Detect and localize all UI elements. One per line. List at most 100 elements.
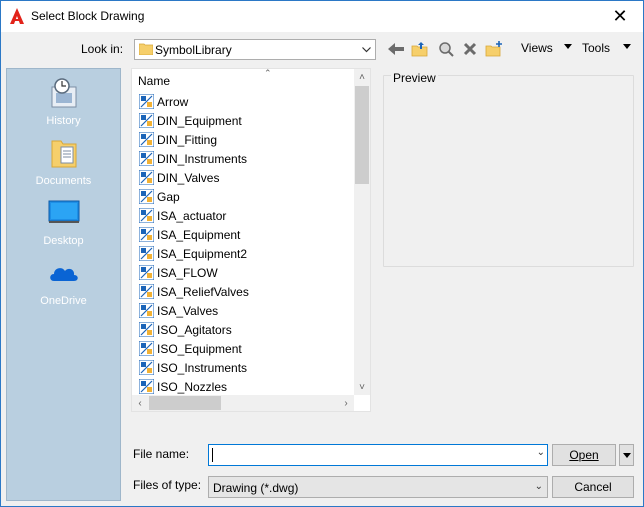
- place-label: OneDrive: [40, 295, 87, 307]
- list-item[interactable]: ISO_Nozzles: [132, 377, 356, 396]
- scroll-left-icon[interactable]: ‹: [132, 395, 148, 411]
- delete-button[interactable]: [459, 39, 481, 59]
- tools-dropdown-arrow-icon[interactable]: [623, 44, 631, 49]
- list-item[interactable]: ISA_actuator: [132, 206, 356, 225]
- chevron-down-icon[interactable]: [358, 40, 375, 59]
- file-name-label: File name:: [133, 447, 190, 461]
- close-icon: ✕: [612, 6, 628, 26]
- scroll-down-icon[interactable]: ˅: [354, 379, 370, 395]
- search-web-button[interactable]: [435, 39, 457, 59]
- views-menu-button[interactable]: Views: [521, 41, 553, 55]
- list-item[interactable]: DIN_Fitting: [132, 130, 356, 149]
- dwg-file-icon: [139, 379, 154, 394]
- folder-up-icon: [411, 42, 428, 57]
- new-folder-icon: [485, 41, 502, 57]
- dwg-file-icon: [139, 341, 154, 356]
- place-history[interactable]: History: [7, 77, 120, 127]
- file-rows: Arrow DIN_Equipment DIN_Fitting DIN_Instrum…: [132, 92, 356, 396]
- file-name: ISA_Equipment2: [157, 247, 248, 261]
- list-item[interactable]: ISO_Equipment: [132, 339, 356, 358]
- dwg-file-icon: [139, 94, 154, 109]
- files-of-type-label: Files of type:: [133, 478, 202, 492]
- vertical-scrollbar[interactable]: ˄ ˅: [354, 69, 370, 395]
- file-name: ISA_Valves: [157, 304, 219, 318]
- dwg-file-icon: [139, 151, 154, 166]
- open-options-dropdown[interactable]: [619, 444, 634, 466]
- place-label: Documents: [35, 175, 92, 187]
- places-bar: History Documents Desktop OneDrive: [6, 68, 121, 501]
- file-name: Gap: [157, 190, 180, 204]
- list-item[interactable]: DIN_Equipment: [132, 111, 356, 130]
- list-item[interactable]: ISO_Agitators: [132, 320, 356, 339]
- horizontal-scroll-thumb[interactable]: [149, 396, 221, 410]
- look-in-value: SymbolLibrary: [155, 43, 232, 57]
- list-item[interactable]: DIN_Instruments: [132, 149, 356, 168]
- scroll-up-icon[interactable]: ˄: [354, 69, 370, 85]
- dwg-file-icon: [139, 132, 154, 147]
- file-name: ISA_ReliefValves: [157, 285, 249, 299]
- file-name: ISO_Equipment: [157, 342, 242, 356]
- dwg-file-icon: [139, 170, 154, 185]
- search-icon: [439, 42, 454, 57]
- open-button[interactable]: Open: [552, 444, 616, 466]
- cancel-button-label: Cancel: [574, 480, 612, 494]
- list-item[interactable]: DIN_Valves: [132, 168, 356, 187]
- create-new-folder-button[interactable]: [483, 39, 505, 59]
- files-of-type-dropdown[interactable]: Drawing (*.dwg) ⌄: [208, 476, 548, 498]
- text-caret: [212, 448, 213, 462]
- vertical-scroll-thumb[interactable]: [355, 86, 369, 184]
- list-item[interactable]: Gap: [132, 187, 356, 206]
- chevron-down-icon[interactable]: ⌄: [535, 481, 543, 492]
- onedrive-icon: [49, 268, 78, 281]
- horizontal-scrollbar[interactable]: ‹ ›: [132, 395, 354, 411]
- chevron-down-icon[interactable]: ⌄: [537, 447, 545, 458]
- cancel-button[interactable]: Cancel: [552, 476, 634, 498]
- place-label: History: [46, 115, 81, 127]
- preview-box: [383, 75, 634, 267]
- place-onedrive[interactable]: OneDrive: [7, 257, 120, 307]
- open-button-label: Open: [569, 448, 599, 462]
- column-name-label: Name: [138, 74, 171, 88]
- file-name: ISO_Nozzles: [157, 380, 228, 394]
- dwg-file-icon: [139, 265, 154, 280]
- look-in-label: Look in:: [81, 42, 124, 56]
- look-in-dropdown[interactable]: SymbolLibrary: [134, 39, 376, 60]
- list-item[interactable]: ISA_FLOW: [132, 263, 356, 282]
- file-name: ISO_Agitators: [157, 323, 232, 337]
- window-title: Select Block Drawing: [31, 9, 145, 23]
- file-name: DIN_Equipment: [157, 114, 242, 128]
- place-documents[interactable]: Documents: [7, 137, 120, 187]
- place-desktop[interactable]: Desktop: [7, 197, 120, 247]
- list-item[interactable]: ISA_Equipment: [132, 225, 356, 244]
- dwg-file-icon: [139, 360, 154, 375]
- caret-down-icon: [622, 452, 631, 458]
- place-label: Desktop: [43, 235, 84, 247]
- dwg-file-icon: [139, 208, 154, 223]
- autocad-logo-icon: [10, 8, 24, 24]
- dwg-file-icon: [139, 322, 154, 337]
- dwg-file-icon: [139, 113, 154, 128]
- dwg-file-icon: [139, 303, 154, 318]
- list-item[interactable]: ISA_Valves: [132, 301, 356, 320]
- column-header-name[interactable]: Name ⌃: [132, 68, 356, 91]
- file-list[interactable]: Name ⌃ Arrow DIN_Equipment DIN_Fitting DIN_…: [131, 68, 371, 412]
- files-of-type-value: Drawing (*.dwg): [213, 481, 299, 495]
- file-name: Arrow: [157, 95, 189, 109]
- file-name: DIN_Valves: [157, 171, 220, 185]
- file-name: ISA_Equipment: [157, 228, 241, 242]
- list-item[interactable]: ISA_Equipment2: [132, 244, 356, 263]
- up-one-level-button[interactable]: [409, 39, 431, 59]
- list-item[interactable]: ISA_ReliefValves: [132, 282, 356, 301]
- scroll-right-icon[interactable]: ›: [338, 395, 354, 411]
- file-name: DIN_Fitting: [157, 133, 218, 147]
- preview-label: Preview: [391, 71, 438, 85]
- back-button[interactable]: [385, 39, 407, 59]
- file-name-input[interactable]: ⌄: [208, 444, 548, 466]
- close-button[interactable]: ✕: [597, 1, 643, 32]
- file-name: ISO_Instruments: [157, 361, 248, 375]
- list-item[interactable]: Arrow: [132, 92, 356, 111]
- tools-menu-button[interactable]: Tools: [582, 41, 610, 55]
- folder-icon: [139, 43, 153, 55]
- list-item[interactable]: ISO_Instruments: [132, 358, 356, 377]
- views-dropdown-arrow-icon[interactable]: [564, 44, 572, 49]
